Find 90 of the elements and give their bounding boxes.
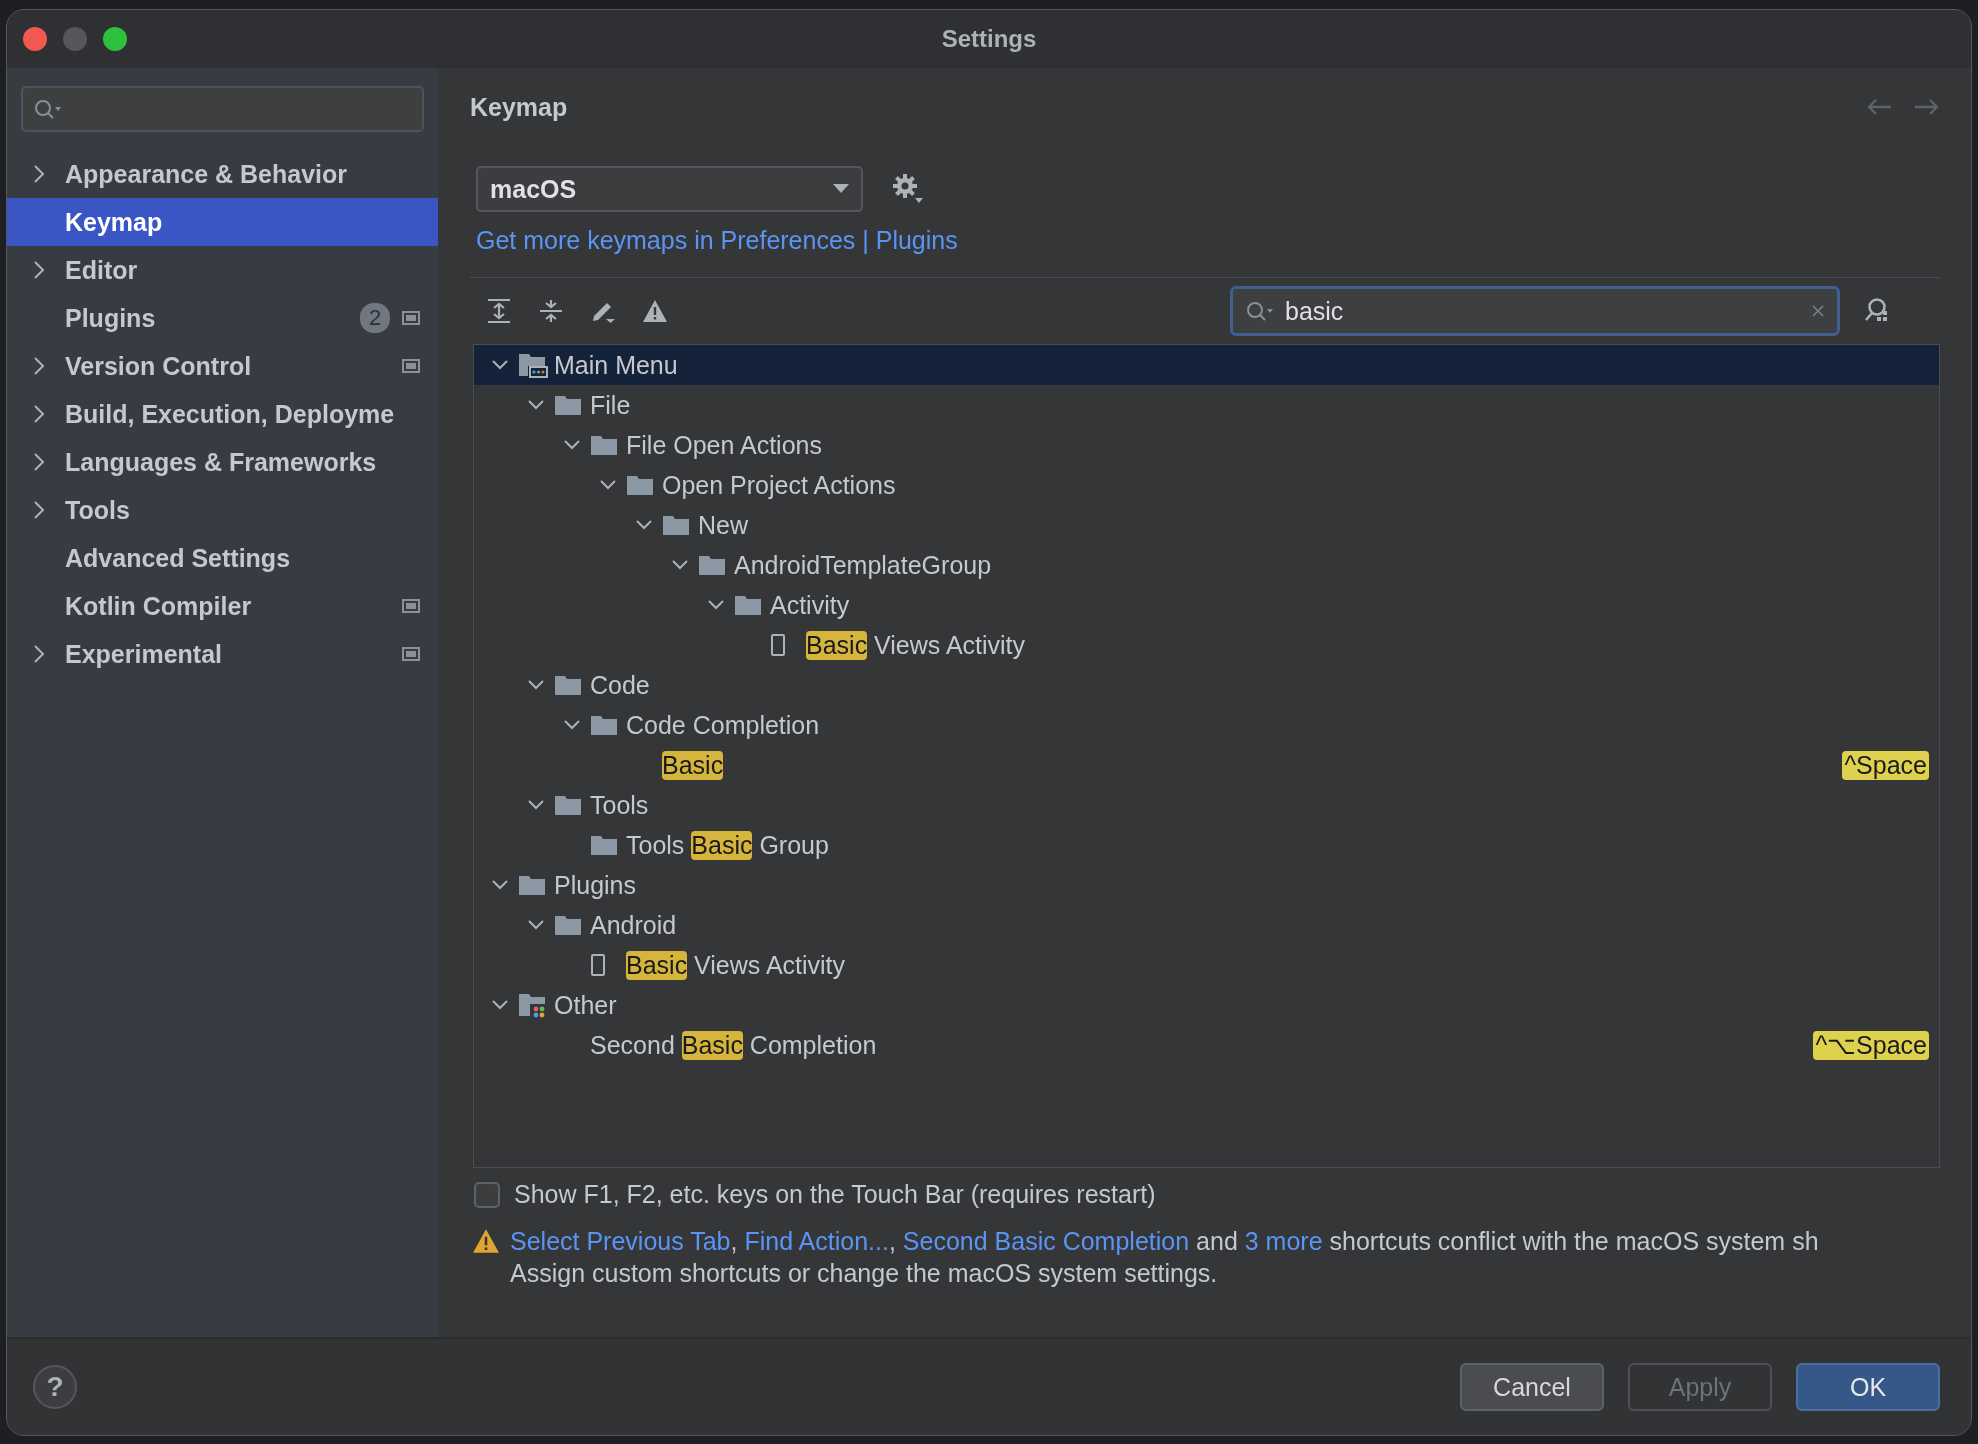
link[interactable]: 3 more	[1244, 1227, 1323, 1255]
search-match: Basic	[806, 630, 868, 660]
chevron-icon[interactable]	[33, 404, 45, 424]
tree-item-label: Tools	[590, 790, 649, 820]
page-title: Keymap	[470, 92, 568, 122]
folder-icon	[698, 554, 726, 576]
sidebar-item[interactable]: Advanced Settings	[7, 534, 438, 582]
tree-item-label: Views Activity	[873, 630, 1026, 660]
folder-icon	[554, 794, 582, 816]
tree-item-label: Activity	[770, 590, 850, 620]
folder-icon	[590, 834, 618, 856]
folder-icon	[554, 674, 582, 696]
sidebar-item[interactable]: Version Control	[7, 342, 438, 390]
chevron-icon[interactable]	[33, 644, 45, 664]
tree-item-label: Android	[590, 910, 677, 940]
folder-icon	[518, 992, 548, 1018]
cancel-button[interactable]: Cancel	[1460, 1363, 1604, 1411]
search-match: Basic	[662, 750, 724, 780]
tree-item-label: File Open Actions	[626, 430, 822, 460]
chevron-icon[interactable]	[33, 356, 45, 376]
menu-folder-icon	[518, 352, 548, 378]
chevron-icon[interactable]	[33, 452, 45, 472]
link[interactable]: Select Previous Tab	[510, 1227, 731, 1255]
zoom-button[interactable]	[103, 27, 127, 51]
sidebar-item[interactable]: Editor	[7, 246, 438, 294]
ok-button[interactable]: OK	[1796, 1363, 1940, 1411]
folder-icon	[590, 434, 618, 456]
sidebar-item[interactable]: Plugins 2	[7, 294, 438, 342]
tree-item-label: Open Project Actions	[662, 470, 896, 500]
tree-item-label: Views Activity	[693, 950, 846, 980]
sidebar-item[interactable]: Languages & Frameworks	[7, 438, 438, 486]
warning-icon[interactable]	[642, 298, 668, 324]
conflict-hint: Assign custom shortcuts or change the macOS system settings.	[510, 1258, 1219, 1289]
close-button[interactable]	[23, 27, 47, 51]
link[interactable]: Find Action...	[744, 1227, 889, 1255]
collapse-all-icon[interactable]	[538, 298, 564, 324]
clear-icon[interactable]	[1811, 304, 1825, 318]
folder-icon	[662, 514, 690, 536]
sidebar-item[interactable]: Kotlin Compiler	[7, 582, 438, 630]
folder-icon	[590, 714, 618, 736]
selected-row[interactable]: Main Menu	[474, 345, 1939, 385]
search-input[interactable]: basic	[1283, 295, 1811, 327]
help-button[interactable]: ?	[33, 1365, 77, 1409]
tree-item-label: Main Menu	[554, 350, 678, 380]
tree-item-label: Plugins	[554, 870, 636, 900]
tree-item-label: Tools	[626, 830, 686, 860]
folder-icon	[626, 474, 654, 496]
window-title: Settings	[941, 25, 1037, 53]
tree-item-label: File	[590, 390, 631, 420]
tree-item-label: AndroidTemplateGroup	[734, 550, 992, 580]
shortcut-badge: ^⌥Space	[1813, 1030, 1929, 1060]
folder-icon	[734, 594, 762, 616]
sidebar-item[interactable]: Appearance & Behavior	[7, 150, 438, 198]
checkbox[interactable]	[474, 1181, 500, 1208]
chevron-icon[interactable]	[33, 500, 45, 520]
folder-icon	[554, 914, 582, 936]
search-icon[interactable]	[1245, 300, 1275, 322]
warning-icon	[472, 1228, 500, 1254]
expand-all-icon[interactable]	[486, 298, 512, 324]
sidebar-item[interactable]: Experimental	[7, 630, 438, 678]
phone-icon	[590, 953, 606, 977]
search-icon	[33, 98, 63, 120]
folder-icon	[554, 394, 582, 416]
sidebar-item[interactable]: Keymap	[7, 198, 438, 246]
folder-icon	[518, 874, 546, 896]
tree-item-label: Second	[590, 1030, 676, 1060]
shortcut-search-field[interactable]: basic	[1230, 286, 1840, 336]
keymap-dropdown[interactable]: macOS	[476, 166, 863, 212]
tree-item-label: Completion	[748, 1030, 877, 1060]
sidebar-item[interactable]: Tools	[7, 486, 438, 534]
tree-item-label: New	[698, 510, 748, 540]
tree-item-label: Other	[554, 990, 617, 1020]
chevron-icon[interactable]	[33, 260, 45, 280]
checkbox-label: Show F1, F2, etc. keys on the Touch Bar (requires restart)	[514, 1180, 1156, 1209]
count-badge: 2	[360, 303, 390, 333]
conflict-message: Select Previous Tab, Find Action..., Second Basic Completion and 3 more shortcuts conflict with the macOS system sh	[510, 1226, 1819, 1257]
tree-item-label: Code Completion	[626, 710, 820, 740]
chevron-icon[interactable]	[33, 164, 45, 184]
shortcut-badge: ^Space	[1842, 750, 1929, 780]
sidebar-item[interactable]: Build, Execution, Deployme	[7, 390, 438, 438]
search-field[interactable]	[21, 86, 424, 132]
search-match: Basic	[681, 1030, 743, 1060]
search-match: Basic	[626, 950, 688, 980]
link[interactable]: Second Basic Completion	[902, 1227, 1190, 1255]
phone-icon	[770, 633, 786, 657]
search-match: Basic	[691, 830, 753, 860]
tree-item-label: Code	[590, 670, 650, 700]
tree-item-label: Group	[758, 830, 829, 860]
caret-icon	[833, 184, 849, 194]
plugins-link[interactable]: Get more keymaps in Preferences | Plugins	[476, 226, 958, 255]
